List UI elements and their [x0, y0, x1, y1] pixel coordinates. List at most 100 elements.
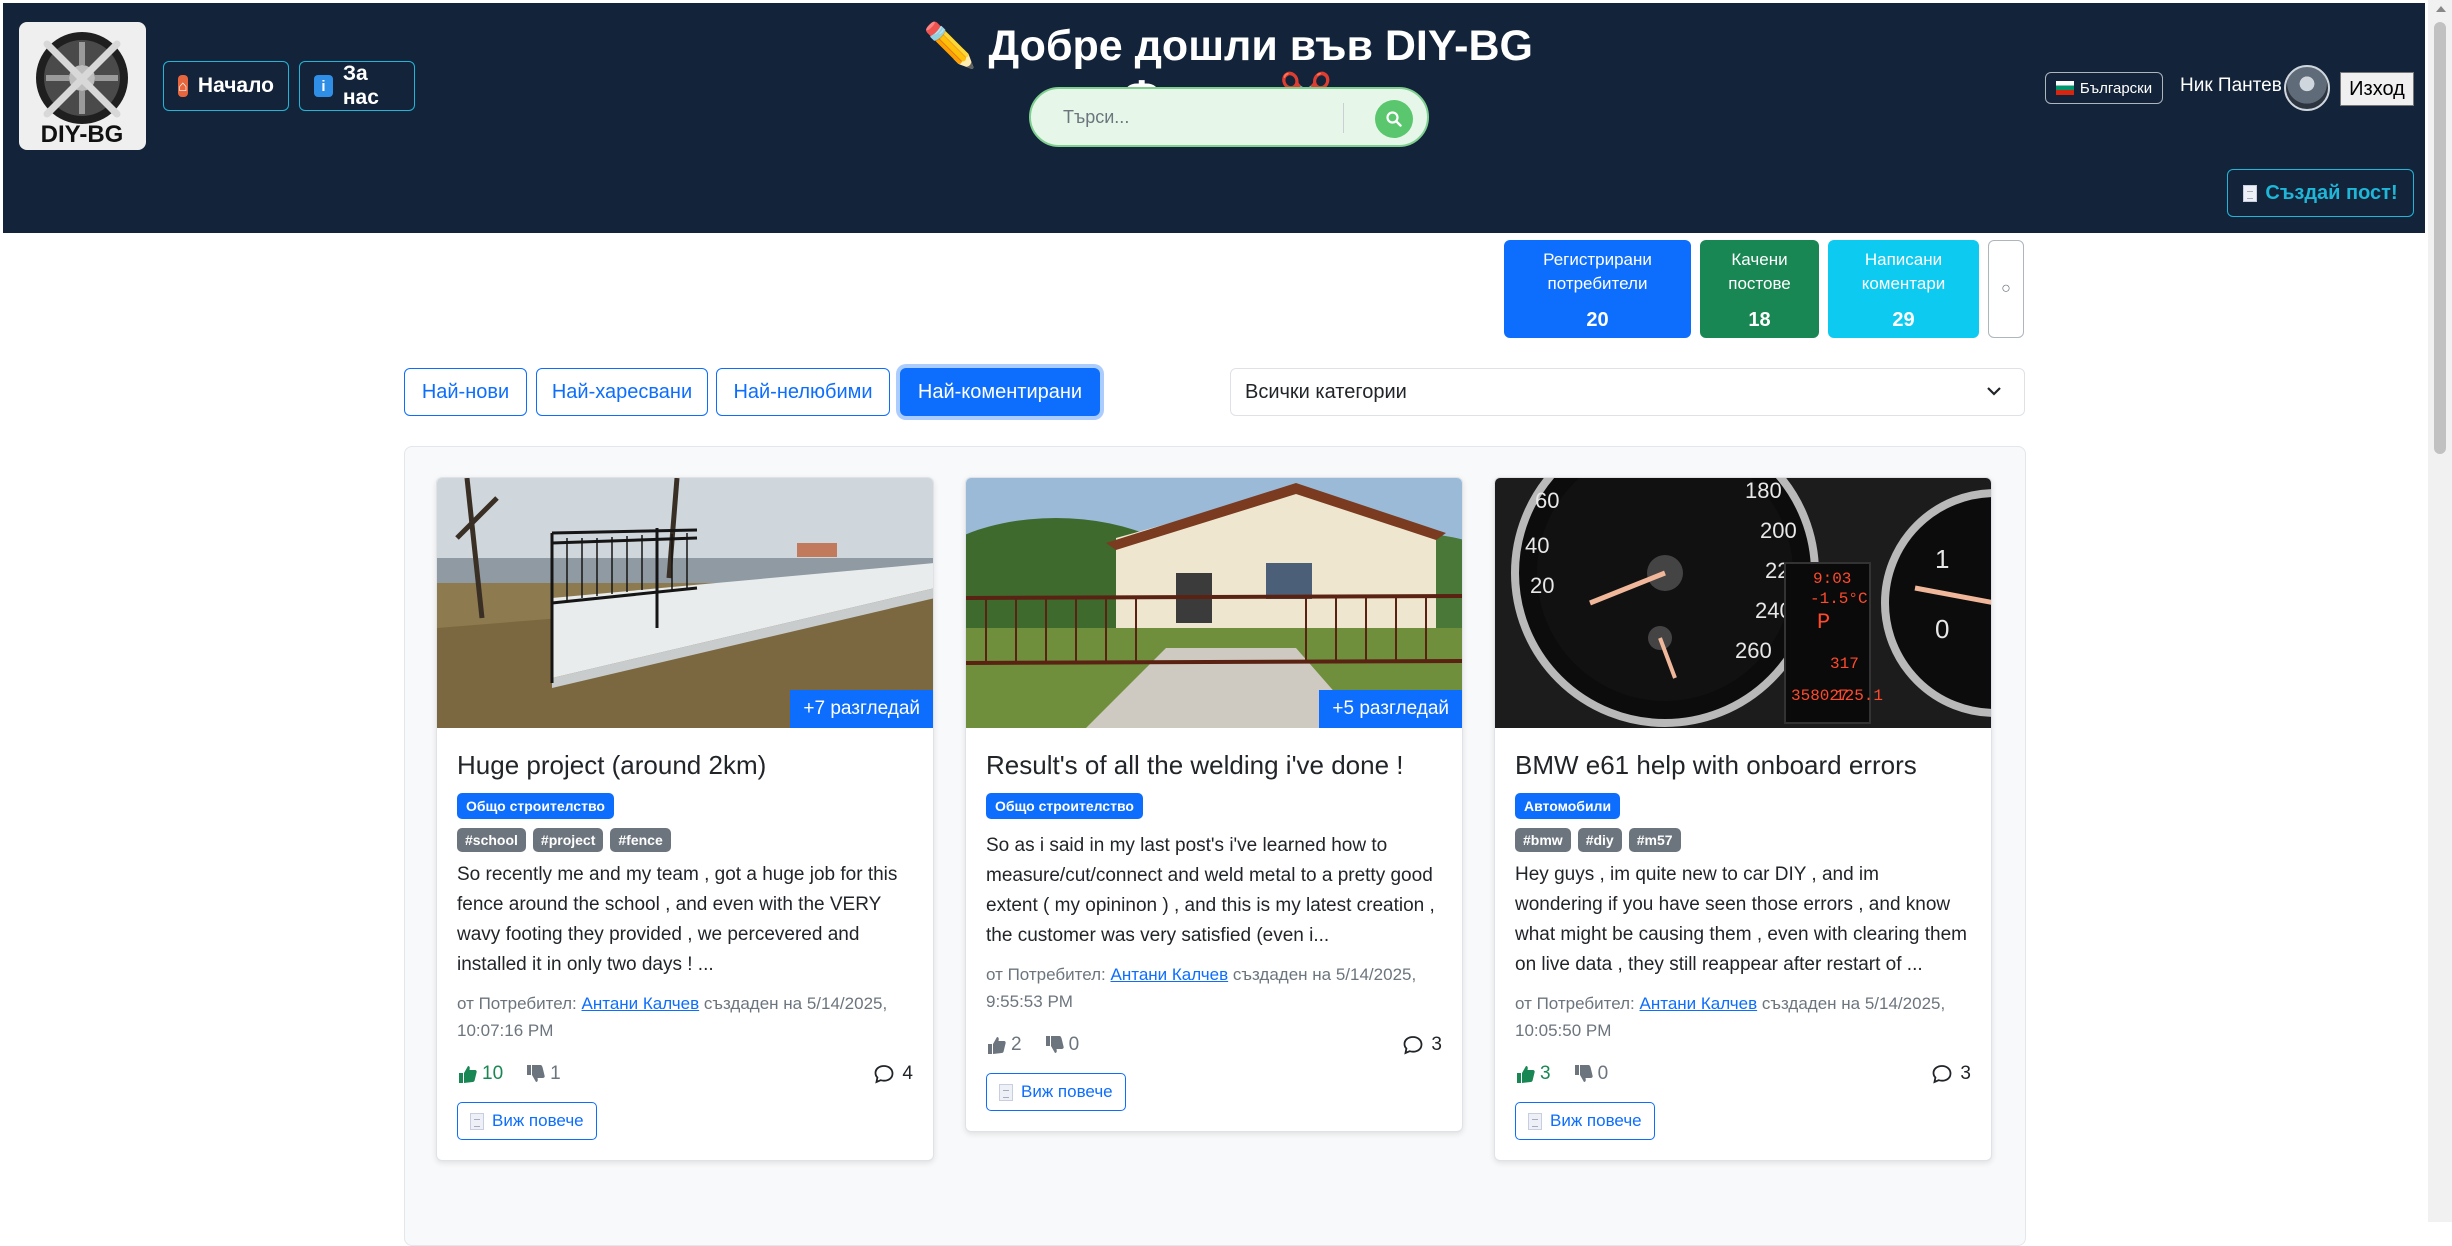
tab-most-disliked[interactable]: Най-нелюбими	[716, 368, 890, 416]
nav-about-button[interactable]: i За нас	[299, 61, 415, 111]
category-badge: Общо строителство	[457, 793, 614, 819]
logout-button[interactable]: Изход	[2340, 72, 2414, 106]
dislike-count: 0	[1068, 1034, 1080, 1055]
post-meta: от Потребител: Антани Калчев създаден на…	[457, 990, 913, 1044]
tag-list: #school #project #fence	[457, 828, 913, 852]
post-title[interactable]: Result's of all the welding i've done !	[986, 750, 1442, 781]
like-button[interactable]: 2	[986, 1034, 1022, 1056]
comments-indicator[interactable]: 3	[1403, 1034, 1442, 1056]
author-link[interactable]: Антани Калчев	[1111, 965, 1229, 984]
nav-about-label: За нас	[342, 62, 379, 109]
view-more-label: Виж повече	[1550, 1111, 1642, 1130]
tag-badge: #fence	[610, 828, 671, 852]
like-button[interactable]: 10	[457, 1063, 503, 1085]
tag-badge: #project	[532, 828, 604, 852]
post-image-fence[interactable]: +7 разгледай	[437, 478, 933, 728]
bulgarian-flag-icon	[2055, 81, 2074, 95]
view-gallery-badge[interactable]: +5 разгледай	[1319, 690, 1462, 728]
author-link[interactable]: Антани Калчев	[1640, 994, 1758, 1013]
search-bar[interactable]: Търси...	[1029, 87, 1429, 147]
tag-badge: #bmw	[1515, 828, 1571, 852]
page-scrollbar[interactable]	[2428, 0, 2452, 1222]
document-icon	[1528, 1112, 1542, 1130]
svg-text:-1.5°C: -1.5°C	[1810, 590, 1868, 608]
stat-label: Качени постове	[1728, 250, 1791, 293]
view-gallery-badge[interactable]: +7 разгледай	[790, 690, 933, 728]
comment-count: 3	[1431, 1034, 1442, 1055]
tag-list: #bmw #diy #m57	[1515, 828, 1971, 852]
chevron-down-icon	[1987, 387, 2001, 396]
scrollbar-thumb[interactable]	[2434, 22, 2446, 454]
refresh-icon: ○	[2001, 280, 2011, 297]
svg-text:9:03: 9:03	[1813, 570, 1851, 588]
create-post-label: Създай пост!	[2265, 181, 2398, 204]
comment-icon	[1404, 1036, 1423, 1055]
like-count: 10	[482, 1063, 504, 1084]
view-more-label: Виж повече	[492, 1111, 584, 1130]
tag-badge: #diy	[1577, 828, 1622, 852]
post-image-dashboard[interactable]: 60 40 20 180 200 220 240 260 9:03 -1.5°C P 317 …	[1495, 478, 1991, 728]
post-title[interactable]: Huge project (around 2km)	[457, 750, 913, 781]
dislike-button[interactable]: 1	[525, 1063, 561, 1085]
comment-icon	[875, 1065, 894, 1084]
post-meta: от Потребител: Антани Калчев създаден на…	[1515, 990, 1971, 1044]
document-icon	[999, 1083, 1013, 1101]
refresh-stats-button[interactable]: ○	[1988, 240, 2024, 338]
svg-text:P: P	[1817, 610, 1830, 635]
tag-badge: #m57	[1628, 828, 1681, 852]
view-more-button[interactable]: Виж повече	[1515, 1102, 1655, 1140]
meta-prefix: от Потребител:	[457, 994, 577, 1013]
tab-most-commented[interactable]: Най-коментирани	[900, 368, 1100, 416]
post-card[interactable]: +5 разгледай Result's of all the welding…	[965, 477, 1463, 1132]
post-card[interactable]: +7 разгледай Huge project (around 2km) О…	[436, 477, 934, 1161]
avatar[interactable]	[2284, 65, 2330, 111]
post-title[interactable]: BMW e61 help with onboard errors	[1515, 750, 1971, 781]
tab-most-liked[interactable]: Най-харесвани	[536, 368, 708, 416]
author-link[interactable]: Антани Калчев	[582, 994, 700, 1013]
post-stats: 2 0 3	[986, 1031, 1442, 1059]
stat-value: 18	[1748, 309, 1771, 331]
logo-text: DIY-BG	[41, 121, 124, 148]
create-post-button[interactable]: Създай пост!	[2227, 169, 2414, 217]
category-select-value: Всички категории	[1245, 380, 1407, 403]
dislike-button[interactable]: 0	[1044, 1034, 1080, 1056]
post-image-welding[interactable]: +5 разгледай	[966, 478, 1462, 728]
post-card[interactable]: 60 40 20 180 200 220 240 260 9:03 -1.5°C P 317 …	[1494, 477, 1992, 1161]
nav-home-label: Начало	[197, 74, 274, 97]
nav-home-button[interactable]: ⌂ Начало	[163, 61, 289, 111]
category-select[interactable]: Всички категории	[1230, 368, 2025, 416]
svg-text:20: 20	[1530, 573, 1554, 598]
post-stats: 10 1 4	[457, 1060, 913, 1088]
comment-icon	[1933, 1065, 1952, 1084]
category-badge: Автомобили	[1515, 793, 1621, 819]
svg-text:1: 1	[1935, 544, 1949, 574]
meta-prefix: от Потребител:	[986, 965, 1106, 984]
like-button[interactable]: 3	[1515, 1063, 1551, 1085]
view-more-button[interactable]: Виж повече	[986, 1073, 1126, 1111]
stat-registered-users: Регистрирани потребители 20	[1504, 240, 1691, 338]
scroll-up-arrow-icon[interactable]	[2436, 6, 2446, 12]
dislike-count: 1	[550, 1063, 561, 1084]
category-badge: Общо строителство	[986, 793, 1143, 819]
svg-text:317: 317	[1830, 655, 1859, 673]
svg-text:200: 200	[1760, 518, 1797, 543]
thumbs-down-icon	[1045, 1036, 1064, 1053]
site-logo[interactable]: DIY-BG	[19, 22, 146, 150]
meta-prefix: от Потребител:	[1515, 994, 1635, 1013]
site-header: DIY-BG ⌂ Начало i За нас ✏️ Добре дошли …	[3, 3, 2425, 233]
search-input[interactable]: Търси...	[1063, 107, 1129, 128]
svg-text:180: 180	[1745, 478, 1782, 503]
language-button[interactable]: Български	[2045, 72, 2163, 104]
dislike-count: 0	[1597, 1063, 1609, 1084]
svg-text:60: 60	[1535, 488, 1559, 513]
svg-text:125.1: 125.1	[1835, 687, 1883, 705]
thumbs-up-icon	[459, 1066, 477, 1083]
comments-indicator[interactable]: 4	[874, 1063, 913, 1085]
comments-indicator[interactable]: 3	[1932, 1063, 1971, 1085]
view-more-button[interactable]: Виж повече	[457, 1102, 597, 1140]
tab-newest[interactable]: Най-нови	[404, 368, 527, 416]
dislike-button[interactable]: 0	[1573, 1063, 1609, 1085]
info-icon: i	[314, 75, 333, 97]
comment-count: 4	[902, 1063, 913, 1084]
search-button[interactable]	[1375, 100, 1413, 138]
